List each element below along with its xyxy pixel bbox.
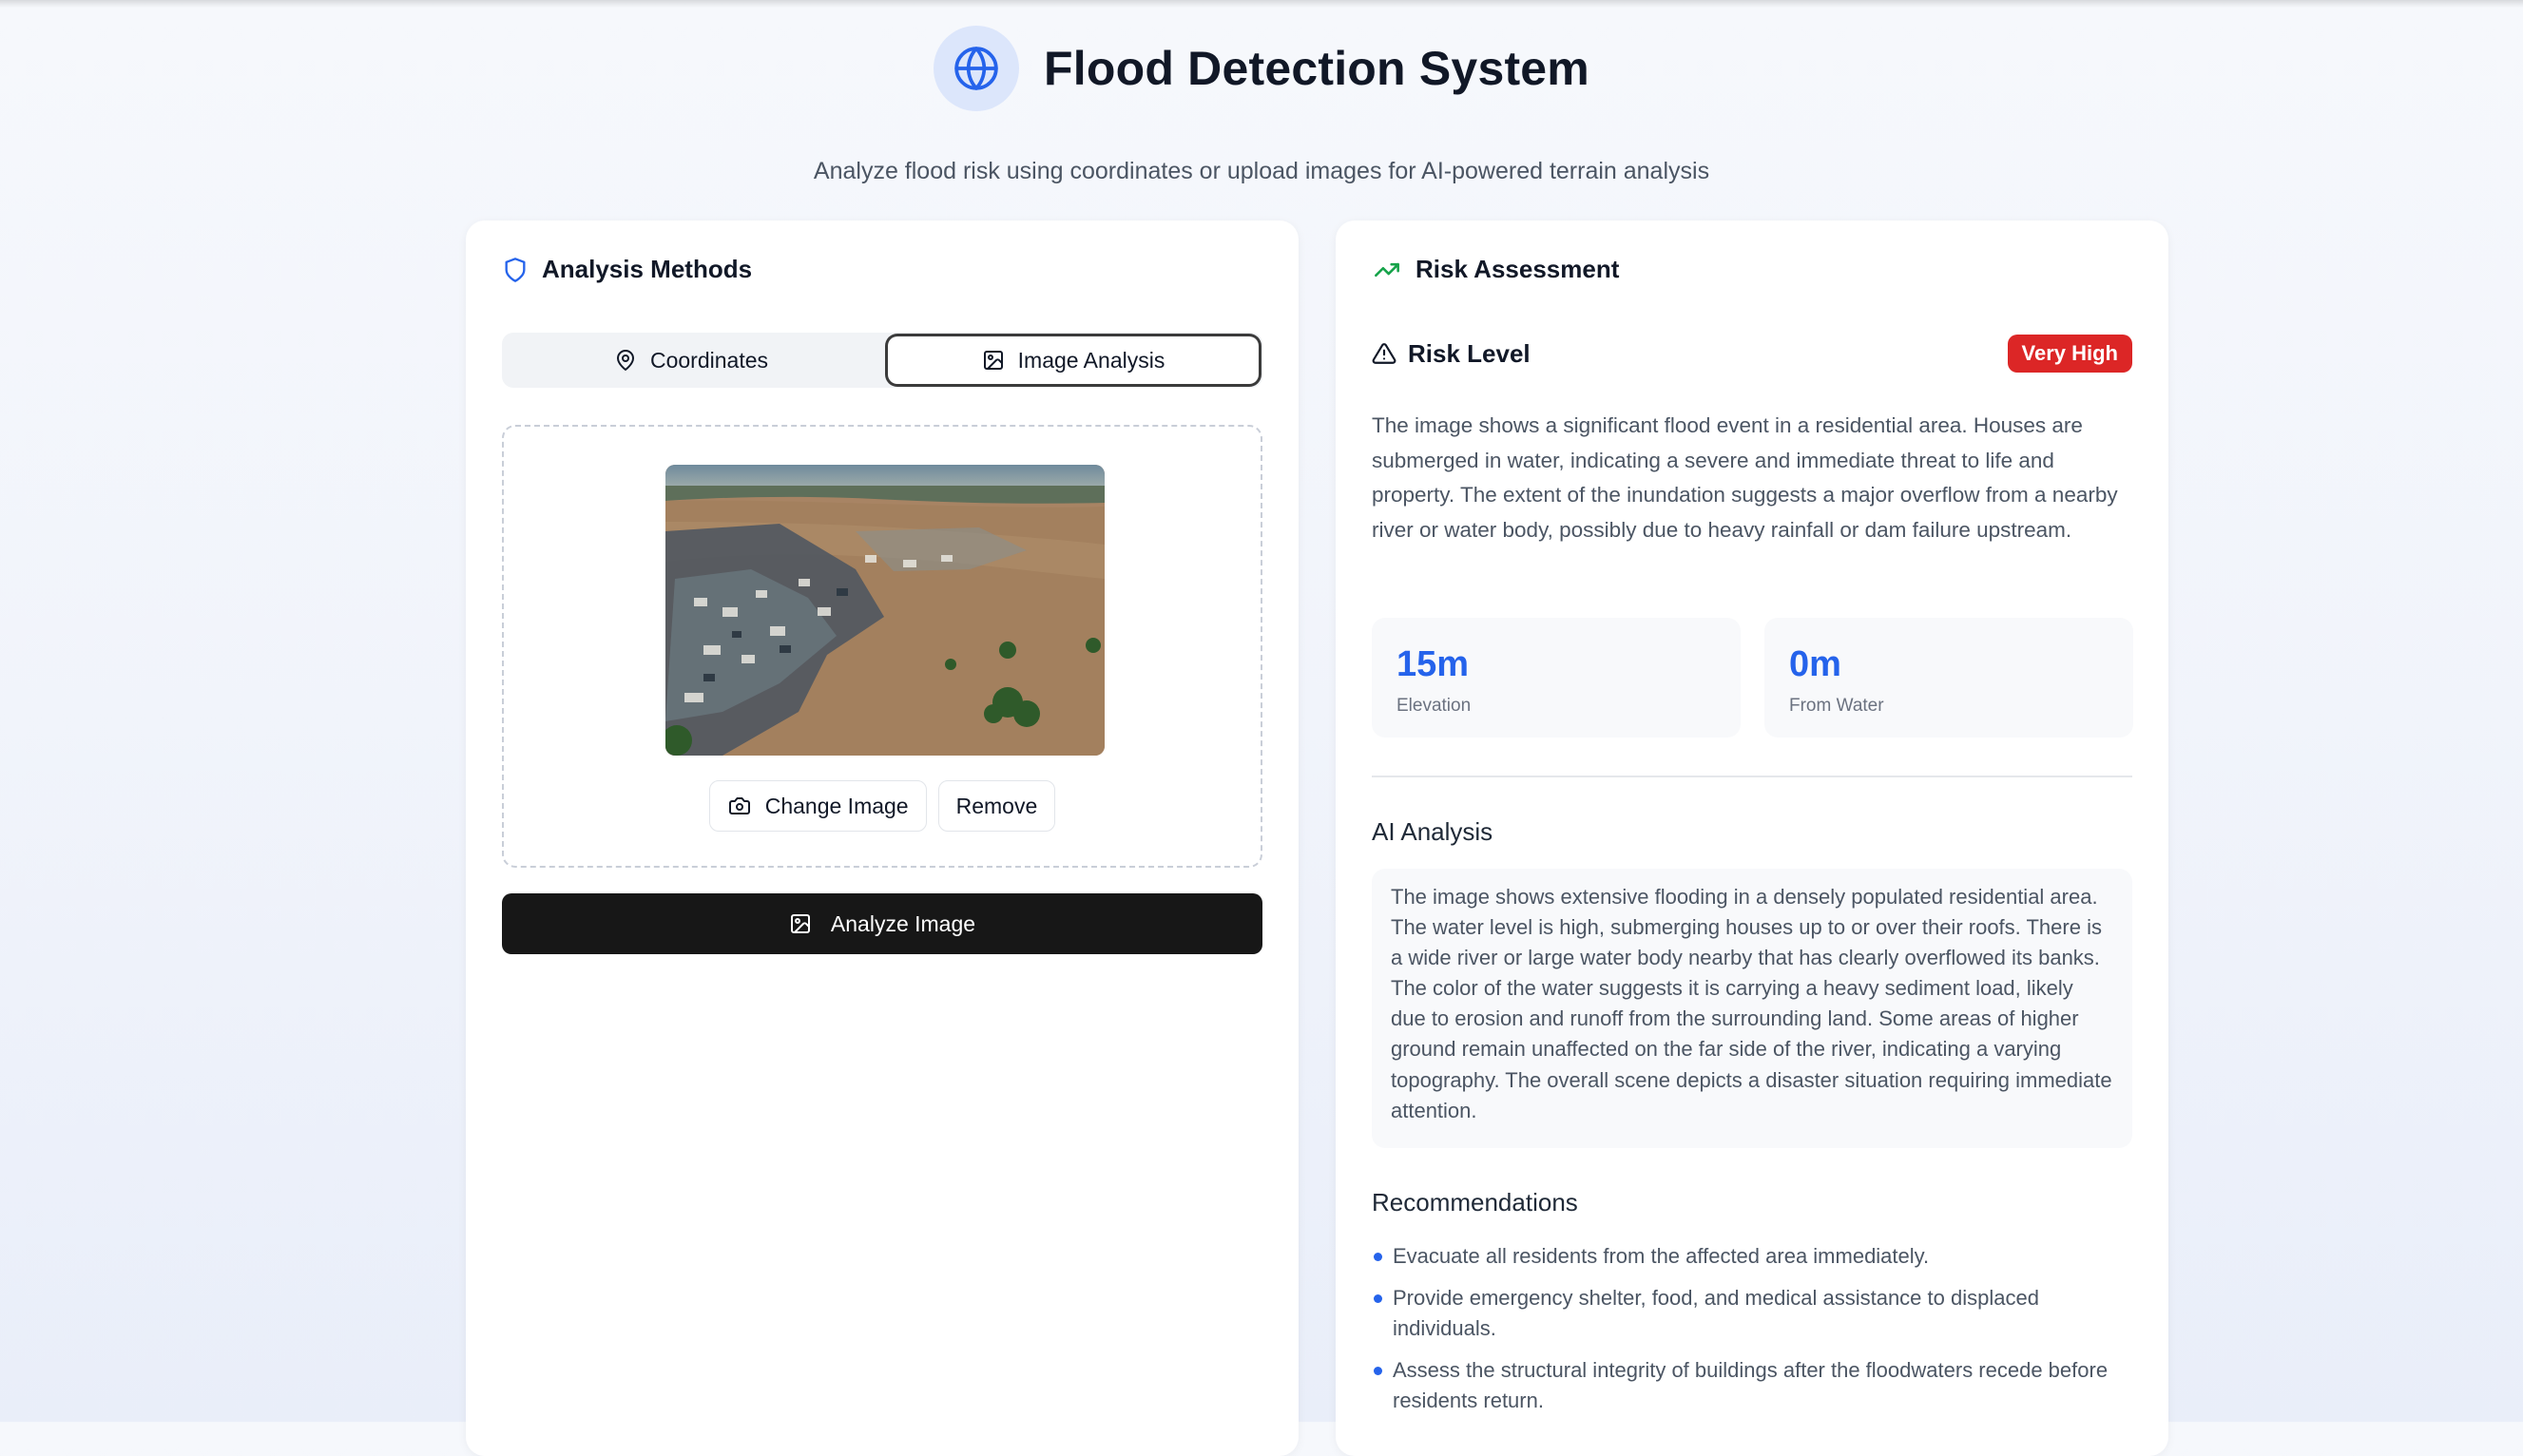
remove-label: Remove	[955, 793, 1038, 818]
shield-icon	[505, 257, 526, 282]
distance-from-water-label: From Water	[1789, 696, 1884, 716]
ai-analysis-heading: AI Analysis	[1372, 817, 1493, 846]
risk-assessment-title: Risk Assessment	[1416, 255, 1620, 283]
image-dropzone[interactable]: Change Image Remove	[502, 425, 1262, 868]
camera-icon	[728, 797, 750, 814]
recommendation-item: Provide emergency shelter, food, and med…	[1372, 1283, 2132, 1344]
analysis-methods-card: Analysis Methods Coordinates Image Analy…	[466, 220, 1299, 1456]
recommendation-item: Evacuate all residents from the affected…	[1372, 1241, 2132, 1272]
elevation-label: Elevation	[1396, 696, 1472, 716]
ai-analysis-box: The image shows extensive flooding in a …	[1372, 869, 2132, 1148]
flood-image-illustration	[665, 465, 1105, 756]
top-edge-shadow	[0, 0, 2523, 8]
change-image-label: Change Image	[764, 793, 909, 818]
risk-description: The image shows a significant flood even…	[1372, 413, 2118, 542]
image-icon	[983, 351, 1003, 370]
risk-assessment-card: Risk Assessment Risk Level Very High The…	[1336, 220, 2168, 1456]
tab-coordinates-label: Coordinates	[649, 347, 769, 373]
risk-assessment-heading: Risk Assessment	[1372, 255, 1619, 284]
page-subtitle: Analyze flood risk using coordinates or …	[813, 158, 1710, 184]
tab-image-analysis-label: Image Analysis	[1017, 347, 1165, 373]
globe-icon	[954, 47, 998, 90]
uploaded-flood-image	[665, 465, 1105, 756]
elevation-stat: 15m Elevation	[1372, 618, 1741, 738]
recommendations-list: Evacuate all residents from the affected…	[1372, 1241, 2132, 1427]
tab-image-analysis[interactable]: Image Analysis	[888, 336, 1259, 384]
recommendation-item: Assess the structural integrity of build…	[1372, 1355, 2132, 1416]
elevation-value: 15m	[1396, 644, 1470, 684]
ai-analysis-text: The image shows extensive flooding in a …	[1391, 885, 2112, 1122]
analysis-methods-title: Analysis Methods	[542, 255, 753, 283]
risk-level-label: Risk Level	[1408, 338, 1531, 368]
warning-icon	[1372, 343, 1396, 364]
section-divider	[1372, 776, 2132, 777]
remove-image-button[interactable]: Remove	[937, 780, 1056, 832]
risk-level-row: Risk Level Very High	[1372, 333, 2132, 374]
page-title: Flood Detection System	[1044, 42, 1589, 95]
change-image-button[interactable]: Change Image	[708, 780, 927, 832]
risk-level-heading: Risk Level	[1372, 339, 1531, 369]
image-actions: Change Image Remove	[504, 780, 1261, 832]
distance-from-water-stat: 0m From Water	[1764, 618, 2133, 738]
globe-icon-badge	[934, 26, 1020, 111]
analysis-methods-heading: Analysis Methods	[502, 255, 752, 284]
method-tabs: Coordinates Image Analysis	[502, 333, 1262, 388]
risk-level-badge: Very High	[2007, 335, 2132, 373]
page-header: Flood Detection System Analyze flood ris…	[0, 25, 2523, 185]
map-pin-icon	[616, 350, 634, 371]
distance-from-water-value: 0m	[1789, 644, 1841, 684]
tab-coordinates[interactable]: Coordinates	[506, 336, 876, 384]
title-row: Flood Detection System	[0, 25, 2523, 112]
image-icon	[790, 914, 810, 933]
analyze-image-label: Analyze Image	[830, 910, 976, 936]
recommendations-heading: Recommendations	[1372, 1188, 1578, 1217]
analyze-image-button[interactable]: Analyze Image	[502, 893, 1262, 954]
trending-up-icon	[1375, 262, 1399, 277]
